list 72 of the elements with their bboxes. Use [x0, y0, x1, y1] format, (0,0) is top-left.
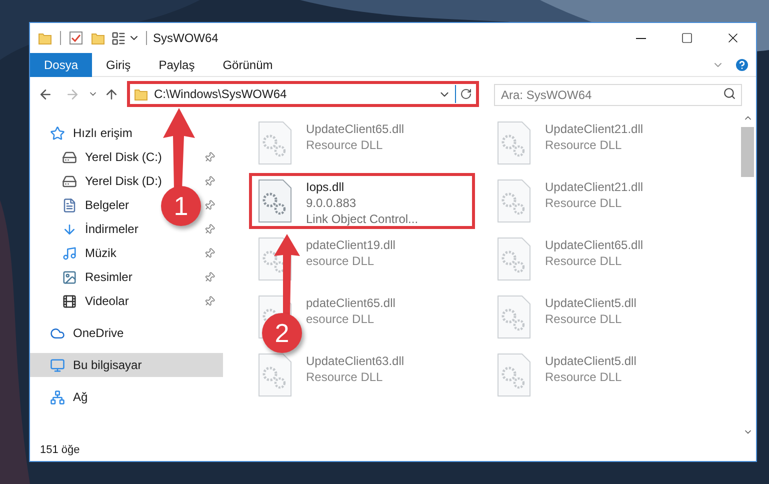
file-name: UpdateClient21.dll: [545, 179, 644, 195]
checklist-icon[interactable]: [69, 31, 83, 45]
dll-file-icon: [258, 121, 292, 165]
file-detail: Resource DLL: [545, 253, 623, 269]
image-icon: [62, 270, 77, 284]
file-detail: Link Object Control...: [306, 211, 418, 227]
back-icon[interactable]: [38, 86, 53, 102]
dll-file-icon: [497, 237, 531, 281]
sidebar-item[interactable]: İndirmeler: [62, 220, 138, 238]
refresh-icon[interactable]: [460, 88, 472, 100]
file-detail: Resource DLL: [545, 137, 623, 153]
drive-icon: [62, 174, 77, 188]
sidebar-item[interactable]: Belgeler: [62, 196, 130, 214]
file-detail: 9.0.0.883: [306, 195, 358, 211]
folder-icon: [134, 87, 148, 101]
search-field[interactable]: Ara: SysWOW64: [494, 84, 742, 106]
sidebar-item[interactable]: Hızlı erişim: [50, 124, 132, 142]
item-count: 151 öğe: [40, 442, 80, 458]
address-field[interactable]: C:\Windows\SysWOW64: [127, 81, 479, 107]
highlighted-file-item[interactable]: Iops.dll 9.0.0.883 Link Object Control...: [249, 173, 475, 229]
file-detail: Resource DLL: [306, 137, 384, 153]
file-name: pdateClient65.dll: [306, 295, 396, 311]
file-name: UpdateClient63.dll: [306, 353, 404, 369]
file-detail: Resource DLL: [545, 195, 623, 211]
dll-file-icon: [497, 353, 531, 397]
sidebar-item[interactable]: Videolar: [62, 292, 129, 310]
file-name: UpdateClient65.dll: [545, 237, 644, 253]
window-title: SysWOW64: [153, 30, 218, 47]
search-icon: [723, 87, 736, 100]
sidebar-item[interactable]: Bu bilgisayar: [50, 356, 142, 374]
sidebar-item[interactable]: OneDrive: [50, 324, 124, 342]
up-icon[interactable]: [104, 86, 119, 102]
dll-file-icon: [258, 179, 292, 223]
dll-file-icon: [258, 353, 292, 397]
dll-file-icon: [497, 179, 531, 223]
network-icon: [50, 390, 65, 404]
ribbon-tab[interactable]: Giriş: [92, 52, 145, 76]
sidebar-item[interactable]: Yerel Disk (C:): [62, 148, 162, 166]
document-icon: [62, 198, 77, 212]
film-icon: [62, 294, 77, 308]
file-detail: Resource DLL: [545, 311, 623, 327]
folder-icon: [38, 31, 52, 45]
file-detail: esource DLL: [306, 253, 376, 269]
sidebar-item[interactable]: Yerel Disk (D:): [62, 172, 162, 190]
file-name: UpdateClient21.dll: [545, 121, 644, 137]
file-detail: Resource DLL: [306, 369, 384, 385]
sidebar-item[interactable]: Resimler: [62, 268, 132, 286]
file-detail: Resource DLL: [545, 369, 623, 385]
maximize-icon: [681, 32, 693, 44]
file-name: pdateClient19.dll: [306, 237, 396, 253]
help-icon[interactable]: [734, 56, 750, 72]
drive-icon: [62, 150, 77, 164]
sidebar-item[interactable]: Müzik: [62, 244, 116, 262]
file-name: UpdateClient65.dll: [306, 121, 404, 137]
file-name: UpdateClient5.dll: [545, 353, 636, 369]
ribbon-tab[interactable]: Dosya: [30, 52, 92, 76]
scroll-thumb[interactable]: [741, 127, 754, 177]
music-icon: [62, 246, 77, 260]
download-icon: [62, 222, 77, 236]
cloud-icon: [50, 326, 65, 340]
ribbon-tab[interactable]: Paylaş: [144, 52, 209, 76]
dll-file-icon: [497, 121, 531, 165]
address-path: C:\Windows\SysWOW64: [154, 86, 288, 103]
file-name: UpdateClient5.dll: [545, 295, 636, 311]
dll-file-icon: [497, 295, 531, 339]
sidebar-item[interactable]: Ağ: [50, 388, 88, 406]
monitor-icon: [50, 358, 65, 372]
file-name: Iops.dll: [306, 179, 346, 195]
properties-icon[interactable]: [111, 30, 126, 46]
file-detail: esource DLL: [306, 311, 376, 327]
ribbon-tab[interactable]: Görünüm: [208, 52, 287, 76]
star-icon: [50, 126, 65, 140]
